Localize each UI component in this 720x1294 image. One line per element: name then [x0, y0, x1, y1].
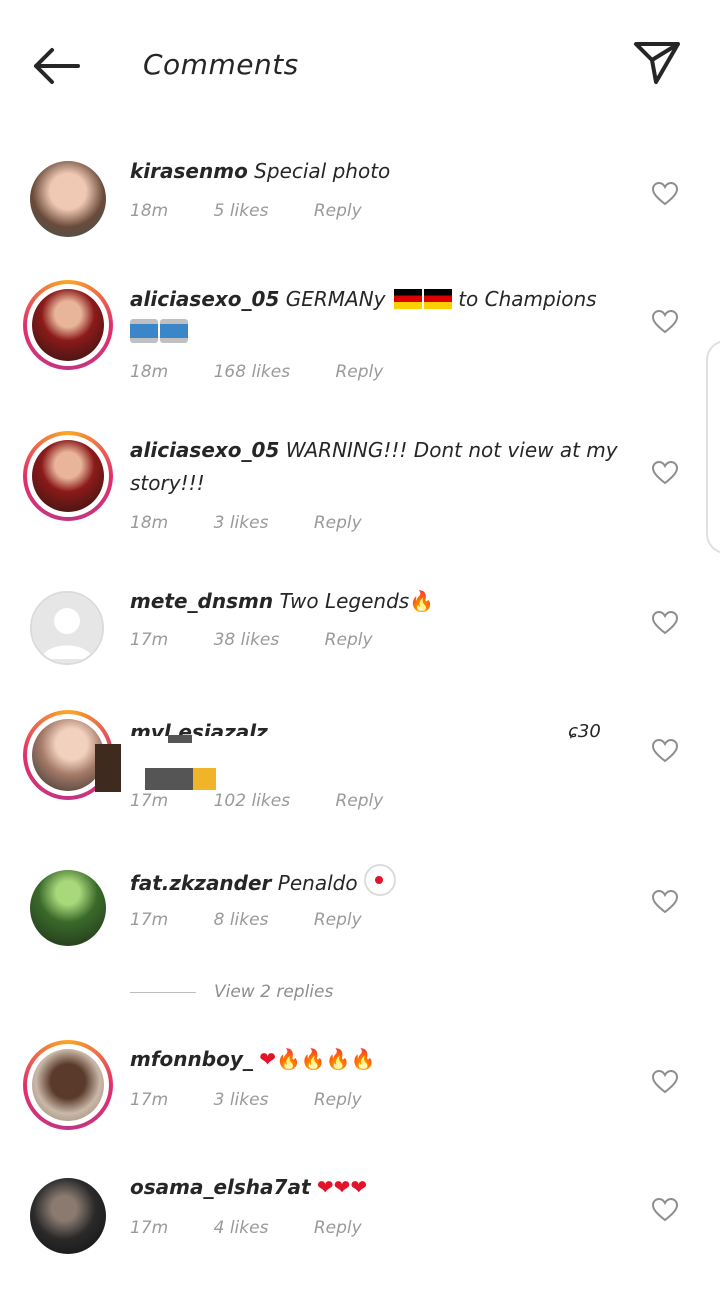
comment-text: mfonnboy_ ❤🔥🔥🔥🔥 [130, 1043, 630, 1076]
comment-body: GERMANy [285, 287, 386, 311]
comment-item: aliciasexo_05 WARNING!!! Dont not view a… [0, 431, 720, 541]
comment-time: 17m [130, 791, 169, 811]
comment-item: kirasenmo Special photo 18m 5 likes Repl… [0, 150, 720, 250]
heart-outline-icon[interactable] [652, 310, 678, 334]
avatar[interactable] [30, 591, 104, 665]
likes-count[interactable]: 8 likes [214, 910, 269, 930]
comment-text: aliciasexo_05 GERMANy to Champions [130, 283, 630, 349]
default-user-icon [42, 608, 92, 659]
avatar[interactable] [30, 161, 106, 237]
comment-text: kirasenmo Special photo [130, 155, 630, 188]
heart-outline-icon[interactable] [652, 1070, 678, 1094]
fire-emoji: 🔥🔥🔥🔥 [275, 1047, 376, 1071]
comment-time: 18m [130, 513, 169, 533]
reply-button[interactable]: Reply [335, 791, 383, 811]
comment-body: Special photo [254, 159, 391, 183]
comment-meta: 17m 3 likes Reply [130, 1090, 402, 1110]
username[interactable]: mete_dnsmn [130, 589, 273, 613]
divider [130, 992, 196, 993]
comment-time: 17m [130, 1090, 169, 1110]
heart-outline-icon[interactable] [652, 182, 678, 206]
likes-count[interactable]: 38 likes [214, 630, 280, 650]
username[interactable]: mvl.esiazalz [130, 716, 270, 736]
comment-body: Two Legends [279, 589, 410, 613]
username[interactable]: mfonnboy_ [130, 1047, 253, 1071]
page-title: Comments [143, 48, 299, 81]
likes-count[interactable]: 4 likes [214, 1218, 269, 1238]
reply-button[interactable]: Reply [314, 201, 362, 221]
scrollbar-handle[interactable] [706, 340, 720, 554]
drum-emoji [130, 319, 158, 343]
comment-item: mfonnboy_ ❤🔥🔥🔥🔥 17m 3 likes Reply [0, 1040, 720, 1140]
comment-text: aliciasexo_05 WARNING!!! Dont not view a… [130, 434, 630, 500]
reply-button[interactable]: Reply [314, 1090, 362, 1110]
likes-count[interactable]: 3 likes [214, 513, 269, 533]
back-button[interactable] [30, 44, 82, 88]
avatar[interactable] [30, 1178, 106, 1254]
arrow-left-icon [34, 48, 80, 84]
reply-button[interactable]: Reply [325, 630, 373, 650]
heart-outline-icon[interactable] [652, 739, 678, 763]
comment-item: fat.zkzander Penaldo 17m 8 likes Reply [0, 860, 720, 960]
comment-item: osama_elsha7at ❤❤❤ 17m 4 likes Reply [0, 1168, 720, 1268]
comment-time: 18m [130, 362, 169, 382]
paper-plane-icon [634, 42, 680, 84]
comment-text: fat.zkzander Penaldo [130, 864, 630, 900]
username[interactable]: osama_elsha7at [130, 1175, 311, 1199]
comment-time: 17m [130, 910, 169, 930]
username[interactable]: fat.zkzander [130, 871, 271, 895]
red-heart-emoji: ❤❤❤ [316, 1175, 368, 1199]
redaction-block [95, 744, 121, 792]
comment-meta: 18m 168 likes Reply [130, 362, 423, 382]
comment-meta: 17m 8 likes Reply [130, 910, 402, 930]
comment-text: mete_dnsmn Two Legends🔥 [130, 585, 630, 618]
comment-time: 18m [130, 201, 169, 221]
likes-count[interactable]: 5 likes [214, 201, 269, 221]
avatar-with-story-ring[interactable] [23, 431, 113, 521]
comment-body: Penaldo [277, 871, 358, 895]
heart-outline-icon[interactable] [652, 1198, 678, 1222]
share-button[interactable] [630, 38, 684, 88]
reply-button[interactable]: Reply [335, 362, 383, 382]
reply-button[interactable]: Reply [314, 513, 362, 533]
germany-flag-emoji [423, 289, 452, 309]
germany-flag-emoji [393, 289, 422, 309]
reply-button[interactable]: Reply [314, 910, 362, 930]
comment-meta: 17m 102 likes Reply [130, 791, 423, 811]
view-replies-link[interactable]: View 2 replies [214, 982, 333, 1002]
comment-meta: 18m 5 likes Reply [130, 201, 402, 221]
comment-body-2: to Champions [458, 287, 597, 311]
redaction-block [193, 768, 216, 790]
fire-emoji: 🔥 [409, 589, 435, 613]
username[interactable]: aliciasexo_05 [130, 287, 279, 311]
comment-body: ɕ30 [568, 721, 601, 742]
red-heart-emoji: ❤ [259, 1047, 276, 1071]
comment-item: aliciasexo_05 GERMANy to Champions 18m 1… [0, 280, 720, 390]
avatar-with-story-ring[interactable] [23, 1040, 113, 1130]
reply-button[interactable]: Reply [314, 1218, 362, 1238]
avatar-with-story-ring[interactable] [23, 280, 113, 370]
comment-item: mete_dnsmn Two Legends🔥 17m 38 likes Rep… [0, 580, 720, 680]
comment-meta: 17m 4 likes Reply [130, 1218, 402, 1238]
redaction-block [145, 768, 193, 790]
heart-outline-icon[interactable] [652, 461, 678, 485]
heart-outline-icon[interactable] [652, 890, 678, 914]
likes-count[interactable]: 168 likes [214, 362, 290, 382]
username[interactable]: aliciasexo_05 [130, 438, 279, 462]
comment-time: 17m [130, 630, 169, 650]
comment-meta: 17m 38 likes Reply [130, 630, 413, 650]
likes-count[interactable]: 102 likes [214, 791, 290, 811]
heart-outline-icon[interactable] [652, 611, 678, 635]
likes-count[interactable]: 3 likes [214, 1090, 269, 1110]
comment-meta: 18m 3 likes Reply [130, 513, 402, 533]
comment-text: osama_elsha7at ❤❤❤ [130, 1171, 630, 1204]
redaction-block [168, 735, 192, 743]
clown-emoji [363, 864, 396, 896]
username[interactable]: kirasenmo [130, 159, 248, 183]
comment-time: 17m [130, 1218, 169, 1238]
drum-emoji [160, 319, 188, 343]
avatar[interactable] [30, 870, 106, 946]
header: Comments [0, 0, 720, 130]
